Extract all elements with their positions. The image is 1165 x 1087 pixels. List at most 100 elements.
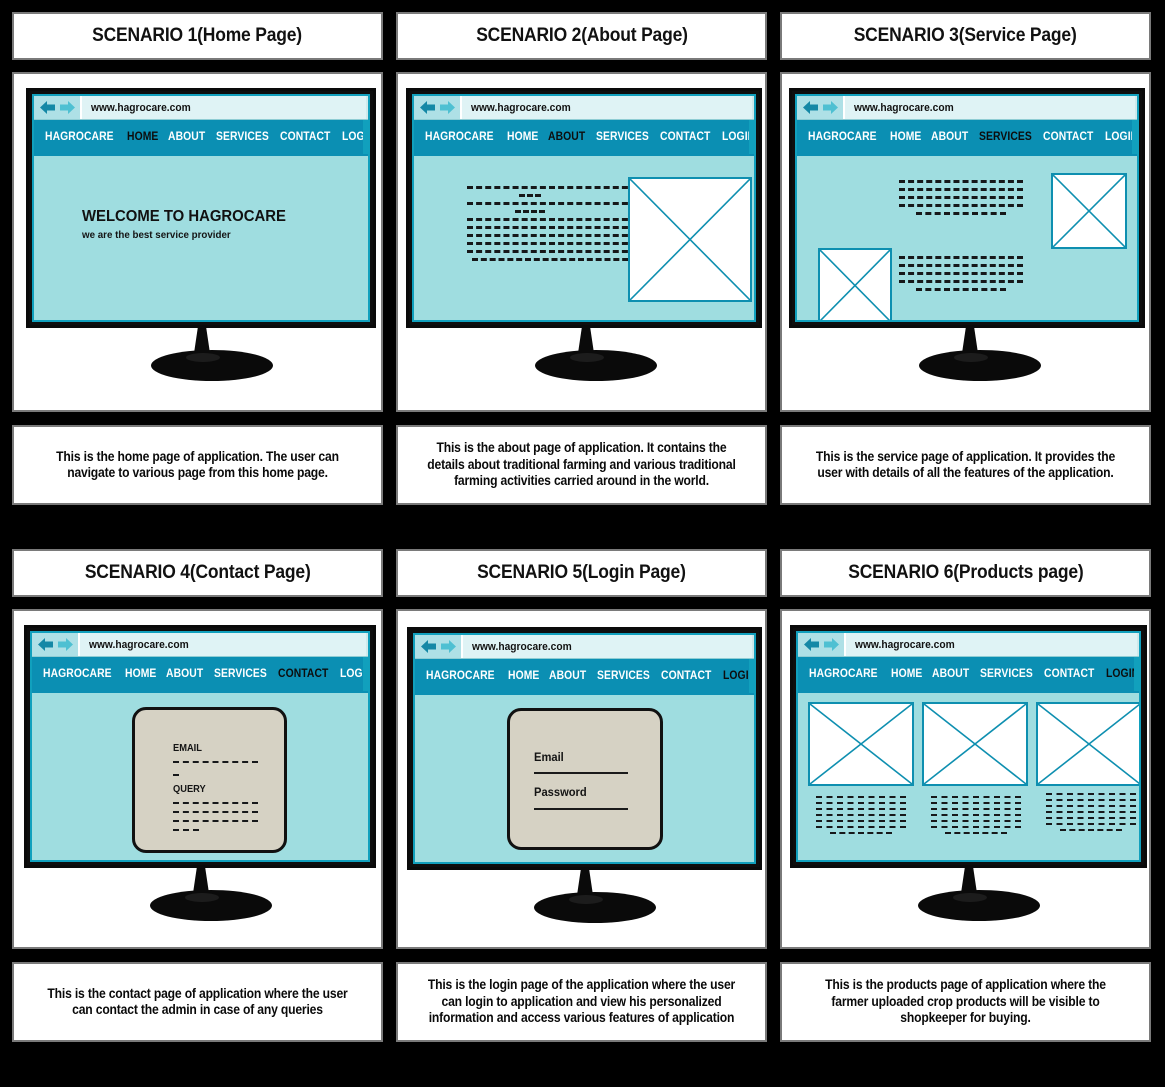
text-line	[816, 808, 906, 810]
back-arrow-icon[interactable]	[39, 100, 56, 115]
email-field-label: EMAIL	[173, 743, 202, 754]
nav-item-login[interactable]: LOGIN	[340, 668, 368, 680]
back-arrow-icon[interactable]	[37, 637, 54, 652]
site-nav-bar: HAGROCARE HOME ABOUT SERVICES CONTACT LO…	[32, 657, 368, 693]
nav-item-contact[interactable]: CONTACT	[660, 131, 710, 143]
browser-url-field[interactable]: www.hagrocare.com	[80, 633, 368, 656]
nav-item-login[interactable]: LOGIN	[342, 131, 368, 143]
nav-item-services[interactable]: SERVICES	[597, 670, 650, 682]
monitor-bezel: www.hagrocare.com HAGROCARE HOME ABOUT S…	[26, 88, 376, 328]
text-line	[519, 194, 541, 197]
query-field-label: QUERY	[173, 784, 206, 795]
email-input-line[interactable]	[534, 772, 628, 774]
text-line	[467, 234, 637, 237]
browser-url-field[interactable]: www.hagrocare.com	[463, 635, 754, 658]
nav-item-login[interactable]: LOGIN	[1106, 668, 1139, 680]
nav-item-about[interactable]: ABOUT	[931, 131, 968, 143]
browser-url-field[interactable]: www.hagrocare.com	[845, 96, 1137, 119]
back-arrow-icon[interactable]	[803, 637, 820, 652]
forward-arrow-icon[interactable]	[823, 637, 840, 652]
nav-item-about[interactable]: ABOUT	[168, 131, 205, 143]
nav-item-hagrocare[interactable]: HAGROCARE	[426, 670, 495, 682]
scenario-6-title-plate: SCENARIO 6(Products page)	[780, 549, 1151, 597]
browser-nav-buttons[interactable]	[34, 96, 82, 119]
scenario-4-caption: This is the contact page of application …	[47, 985, 348, 1017]
text-line	[931, 814, 1021, 816]
service-image-placeholder-right	[1051, 173, 1127, 249]
text-line	[945, 832, 1007, 834]
nav-item-about[interactable]: ABOUT	[166, 668, 203, 680]
nav-item-contact[interactable]: CONTACT	[661, 670, 711, 682]
nav-item-contact[interactable]: CONTACT	[1043, 131, 1093, 143]
browser-nav-buttons[interactable]	[797, 96, 845, 119]
nav-item-login[interactable]: LOGIN	[722, 131, 754, 143]
scenario-3-caption: This is the service page of application.…	[815, 448, 1116, 480]
page-content-service	[797, 156, 1137, 320]
back-arrow-icon[interactable]	[420, 639, 437, 654]
text-line	[931, 820, 1021, 822]
scenario-2-title-plate: SCENARIO 2(About Page)	[396, 12, 767, 60]
nav-item-services[interactable]: SERVICES	[214, 668, 267, 680]
browser-url-field[interactable]: www.hagrocare.com	[846, 633, 1139, 656]
site-nav-bar: HAGROCARE HOME ABOUT SERVICES CONTACT LO…	[415, 659, 754, 695]
email-input-line-short[interactable]	[173, 774, 179, 776]
forward-arrow-icon[interactable]	[57, 637, 74, 652]
browser-nav-buttons[interactable]	[32, 633, 80, 656]
nav-item-hagrocare[interactable]: HAGROCARE	[43, 668, 112, 680]
nav-item-home[interactable]: HOME	[891, 668, 922, 680]
text-line	[899, 204, 1023, 207]
nav-item-hagrocare[interactable]: HAGROCARE	[45, 131, 114, 143]
nav-item-home[interactable]: HOME	[127, 131, 158, 143]
text-line	[899, 280, 1023, 283]
browser-url-field[interactable]: www.hagrocare.com	[462, 96, 754, 119]
nav-item-home[interactable]: HOME	[125, 668, 156, 680]
nav-item-hagrocare[interactable]: HAGROCARE	[425, 131, 494, 143]
site-nav-bar: HAGROCARE HOME ABOUT SERVICES CONTACT LO…	[414, 120, 754, 156]
nav-item-services[interactable]: SERVICES	[980, 668, 1033, 680]
nav-item-contact[interactable]: CONTACT	[1044, 668, 1094, 680]
forward-arrow-icon[interactable]	[59, 100, 76, 115]
nav-item-home[interactable]: HOME	[890, 131, 921, 143]
browser-url-field[interactable]: www.hagrocare.com	[82, 96, 368, 119]
nav-item-home[interactable]: HOME	[508, 670, 539, 682]
site-nav-bar: HAGROCARE HOME ABOUT SERVICES CONTACT LO…	[798, 657, 1139, 693]
nav-item-login[interactable]: LOGIN	[1105, 131, 1137, 143]
browser-nav-buttons[interactable]	[414, 96, 462, 119]
email-input-line[interactable]	[173, 761, 258, 763]
scenario-4-caption-plate: This is the contact page of application …	[12, 962, 383, 1042]
nav-item-services[interactable]: SERVICES	[596, 131, 649, 143]
nav-item-home[interactable]: HOME	[507, 131, 538, 143]
nav-item-hagrocare[interactable]: HAGROCARE	[809, 668, 878, 680]
browser-window: www.hagrocare.com HAGROCARE HOME ABOUT S…	[796, 631, 1141, 862]
query-input-line[interactable]	[173, 811, 258, 813]
browser-window: www.hagrocare.com HAGROCARE HOME ABOUT S…	[30, 631, 370, 862]
nav-item-login[interactable]: LOGIN	[723, 670, 754, 682]
nav-item-about[interactable]: ABOUT	[548, 131, 585, 143]
query-input-line[interactable]	[173, 820, 258, 822]
login-form-card: Email Password	[507, 708, 663, 850]
scenario-5-caption-plate: This is the login page of the applicatio…	[396, 962, 767, 1042]
back-arrow-icon[interactable]	[802, 100, 819, 115]
nav-item-hagrocare[interactable]: HAGROCARE	[808, 131, 877, 143]
forward-arrow-icon[interactable]	[440, 639, 457, 654]
browser-nav-buttons[interactable]	[415, 635, 463, 658]
browser-url-text: www.hagrocare.com	[89, 638, 189, 651]
storyboard: SCENARIO 1(Home Page) www.hagrocare.com …	[0, 0, 1165, 1087]
nav-item-contact[interactable]: CONTACT	[278, 668, 328, 680]
scenario-4-title: SCENARIO 4(Contact Page)	[84, 562, 311, 583]
back-arrow-icon[interactable]	[419, 100, 436, 115]
nav-item-services[interactable]: SERVICES	[979, 131, 1032, 143]
forward-arrow-icon[interactable]	[822, 100, 839, 115]
query-input-line-short[interactable]	[173, 829, 199, 831]
browser-nav-buttons[interactable]	[798, 633, 846, 656]
forward-arrow-icon[interactable]	[439, 100, 456, 115]
scenario-3-caption-plate: This is the service page of application.…	[780, 425, 1151, 505]
nav-item-services[interactable]: SERVICES	[216, 131, 269, 143]
nav-item-about[interactable]: ABOUT	[932, 668, 969, 680]
query-input-line[interactable]	[173, 802, 258, 804]
scenario-3-title-plate: SCENARIO 3(Service Page)	[780, 12, 1151, 60]
scenario-1-monitor: www.hagrocare.com HAGROCARE HOME ABOUT S…	[14, 74, 381, 410]
nav-item-contact[interactable]: CONTACT	[280, 131, 330, 143]
password-input-line[interactable]	[534, 808, 628, 810]
nav-item-about[interactable]: ABOUT	[549, 670, 586, 682]
